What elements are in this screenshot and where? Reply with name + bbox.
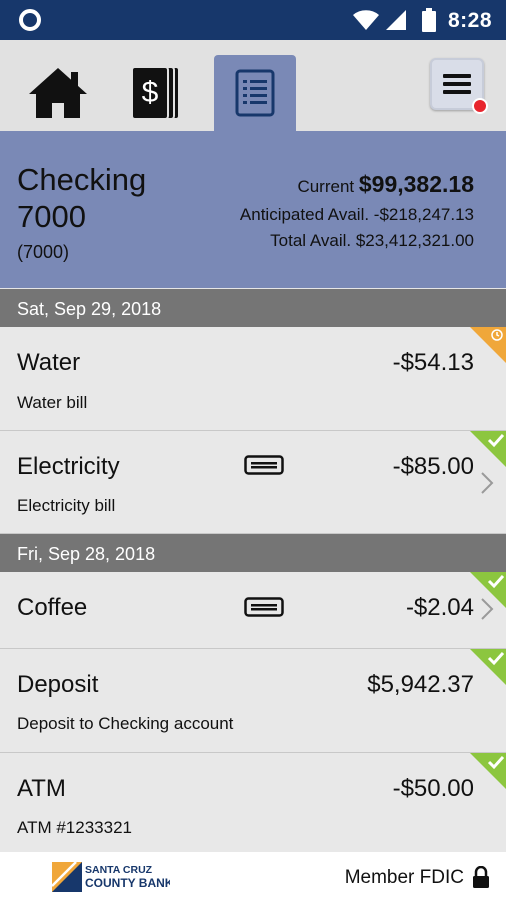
footer: SANTA CRUZ COUNTY BANK Member FDIC <box>0 852 506 900</box>
transaction-memo: ATM #1233321 <box>17 818 132 837</box>
notification-badge <box>472 98 488 114</box>
current-balance-label: Current <box>297 177 355 196</box>
check-icon <box>487 651 504 666</box>
bank-logo: SANTA CRUZ COUNTY BANK <box>52 861 170 892</box>
svg-text:COUNTY BANK: COUNTY BANK <box>85 876 170 890</box>
card-icon <box>244 455 284 475</box>
chevron-right-icon[interactable] <box>480 597 494 621</box>
account-number: (7000) <box>17 242 70 262</box>
total-available-balance: Total Avail. $23,412,321.00 <box>270 231 474 250</box>
svg-text:$: $ <box>142 76 159 109</box>
current-balance: Current $99,382.18 <box>297 171 474 198</box>
current-balance-amount: $99,382.18 <box>358 171 474 197</box>
transaction-memo: Deposit to Checking account <box>17 714 234 733</box>
transaction-amount: -$50.00 <box>392 775 474 802</box>
transaction-name: Deposit <box>17 671 99 698</box>
date-header: Fri, Sep 28, 2018 <box>0 534 506 572</box>
transaction-name: Coffee <box>17 594 88 621</box>
clock-icon <box>491 329 503 341</box>
tab-home[interactable] <box>16 55 100 131</box>
transaction-row[interactable]: Deposit Deposit to Checking account $5,9… <box>0 649 506 753</box>
transaction-amount: $5,942.37 <box>367 671 474 698</box>
transaction-amount: -$2.04 <box>405 594 474 621</box>
check-icon <box>487 574 504 589</box>
lock-icon <box>473 866 489 888</box>
wifi-icon <box>353 10 379 30</box>
transaction-amount: -$85.00 <box>392 453 474 480</box>
transaction-name: ATM <box>17 775 66 802</box>
transaction-row[interactable]: ATM ATM #1233321 -$50.00 <box>0 753 506 853</box>
account-summary[interactable]: Checking 7000 (7000) Current $99,382.18 … <box>0 131 506 288</box>
svg-text:SANTA CRUZ: SANTA CRUZ <box>85 864 153 876</box>
tab-transactions[interactable] <box>214 55 296 131</box>
statement-icon <box>235 69 275 117</box>
transaction-row[interactable]: Coffee -$2.04 <box>0 572 506 649</box>
chevron-right-icon[interactable] <box>480 471 494 495</box>
date-header: Sat, Sep 29, 2018 <box>0 289 506 327</box>
transaction-name: Water <box>17 349 81 376</box>
card-icon <box>244 597 284 617</box>
transaction-name: Electricity <box>17 453 120 480</box>
transaction-memo: Water bill <box>17 393 88 412</box>
tab-accounts[interactable]: $ <box>114 55 198 131</box>
member-fdic-label: Member FDIC <box>344 867 464 888</box>
signal-icon <box>386 10 406 30</box>
check-icon <box>487 755 504 770</box>
home-icon <box>29 68 87 118</box>
check-icon <box>487 433 504 448</box>
clock: 8:28 <box>448 9 493 32</box>
account-name: Checking 7000 <box>17 162 147 234</box>
anticipated-balance: Anticipated Avail. -$218,247.13 <box>239 205 474 224</box>
battery-icon <box>422 8 436 32</box>
transaction-row[interactable]: Electricity Electricity bill -$85.00 <box>0 431 506 534</box>
transaction-amount: -$54.13 <box>392 349 474 376</box>
notification-icon <box>19 9 41 31</box>
status-bar: 8:28 <box>0 0 506 40</box>
transaction-memo: Electricity bill <box>17 496 116 515</box>
hamburger-icon <box>443 74 471 94</box>
tab-bar: $ <box>0 40 506 131</box>
transaction-row[interactable]: Water Water bill -$54.13 <box>0 327 506 431</box>
money-icon: $ <box>131 66 180 120</box>
